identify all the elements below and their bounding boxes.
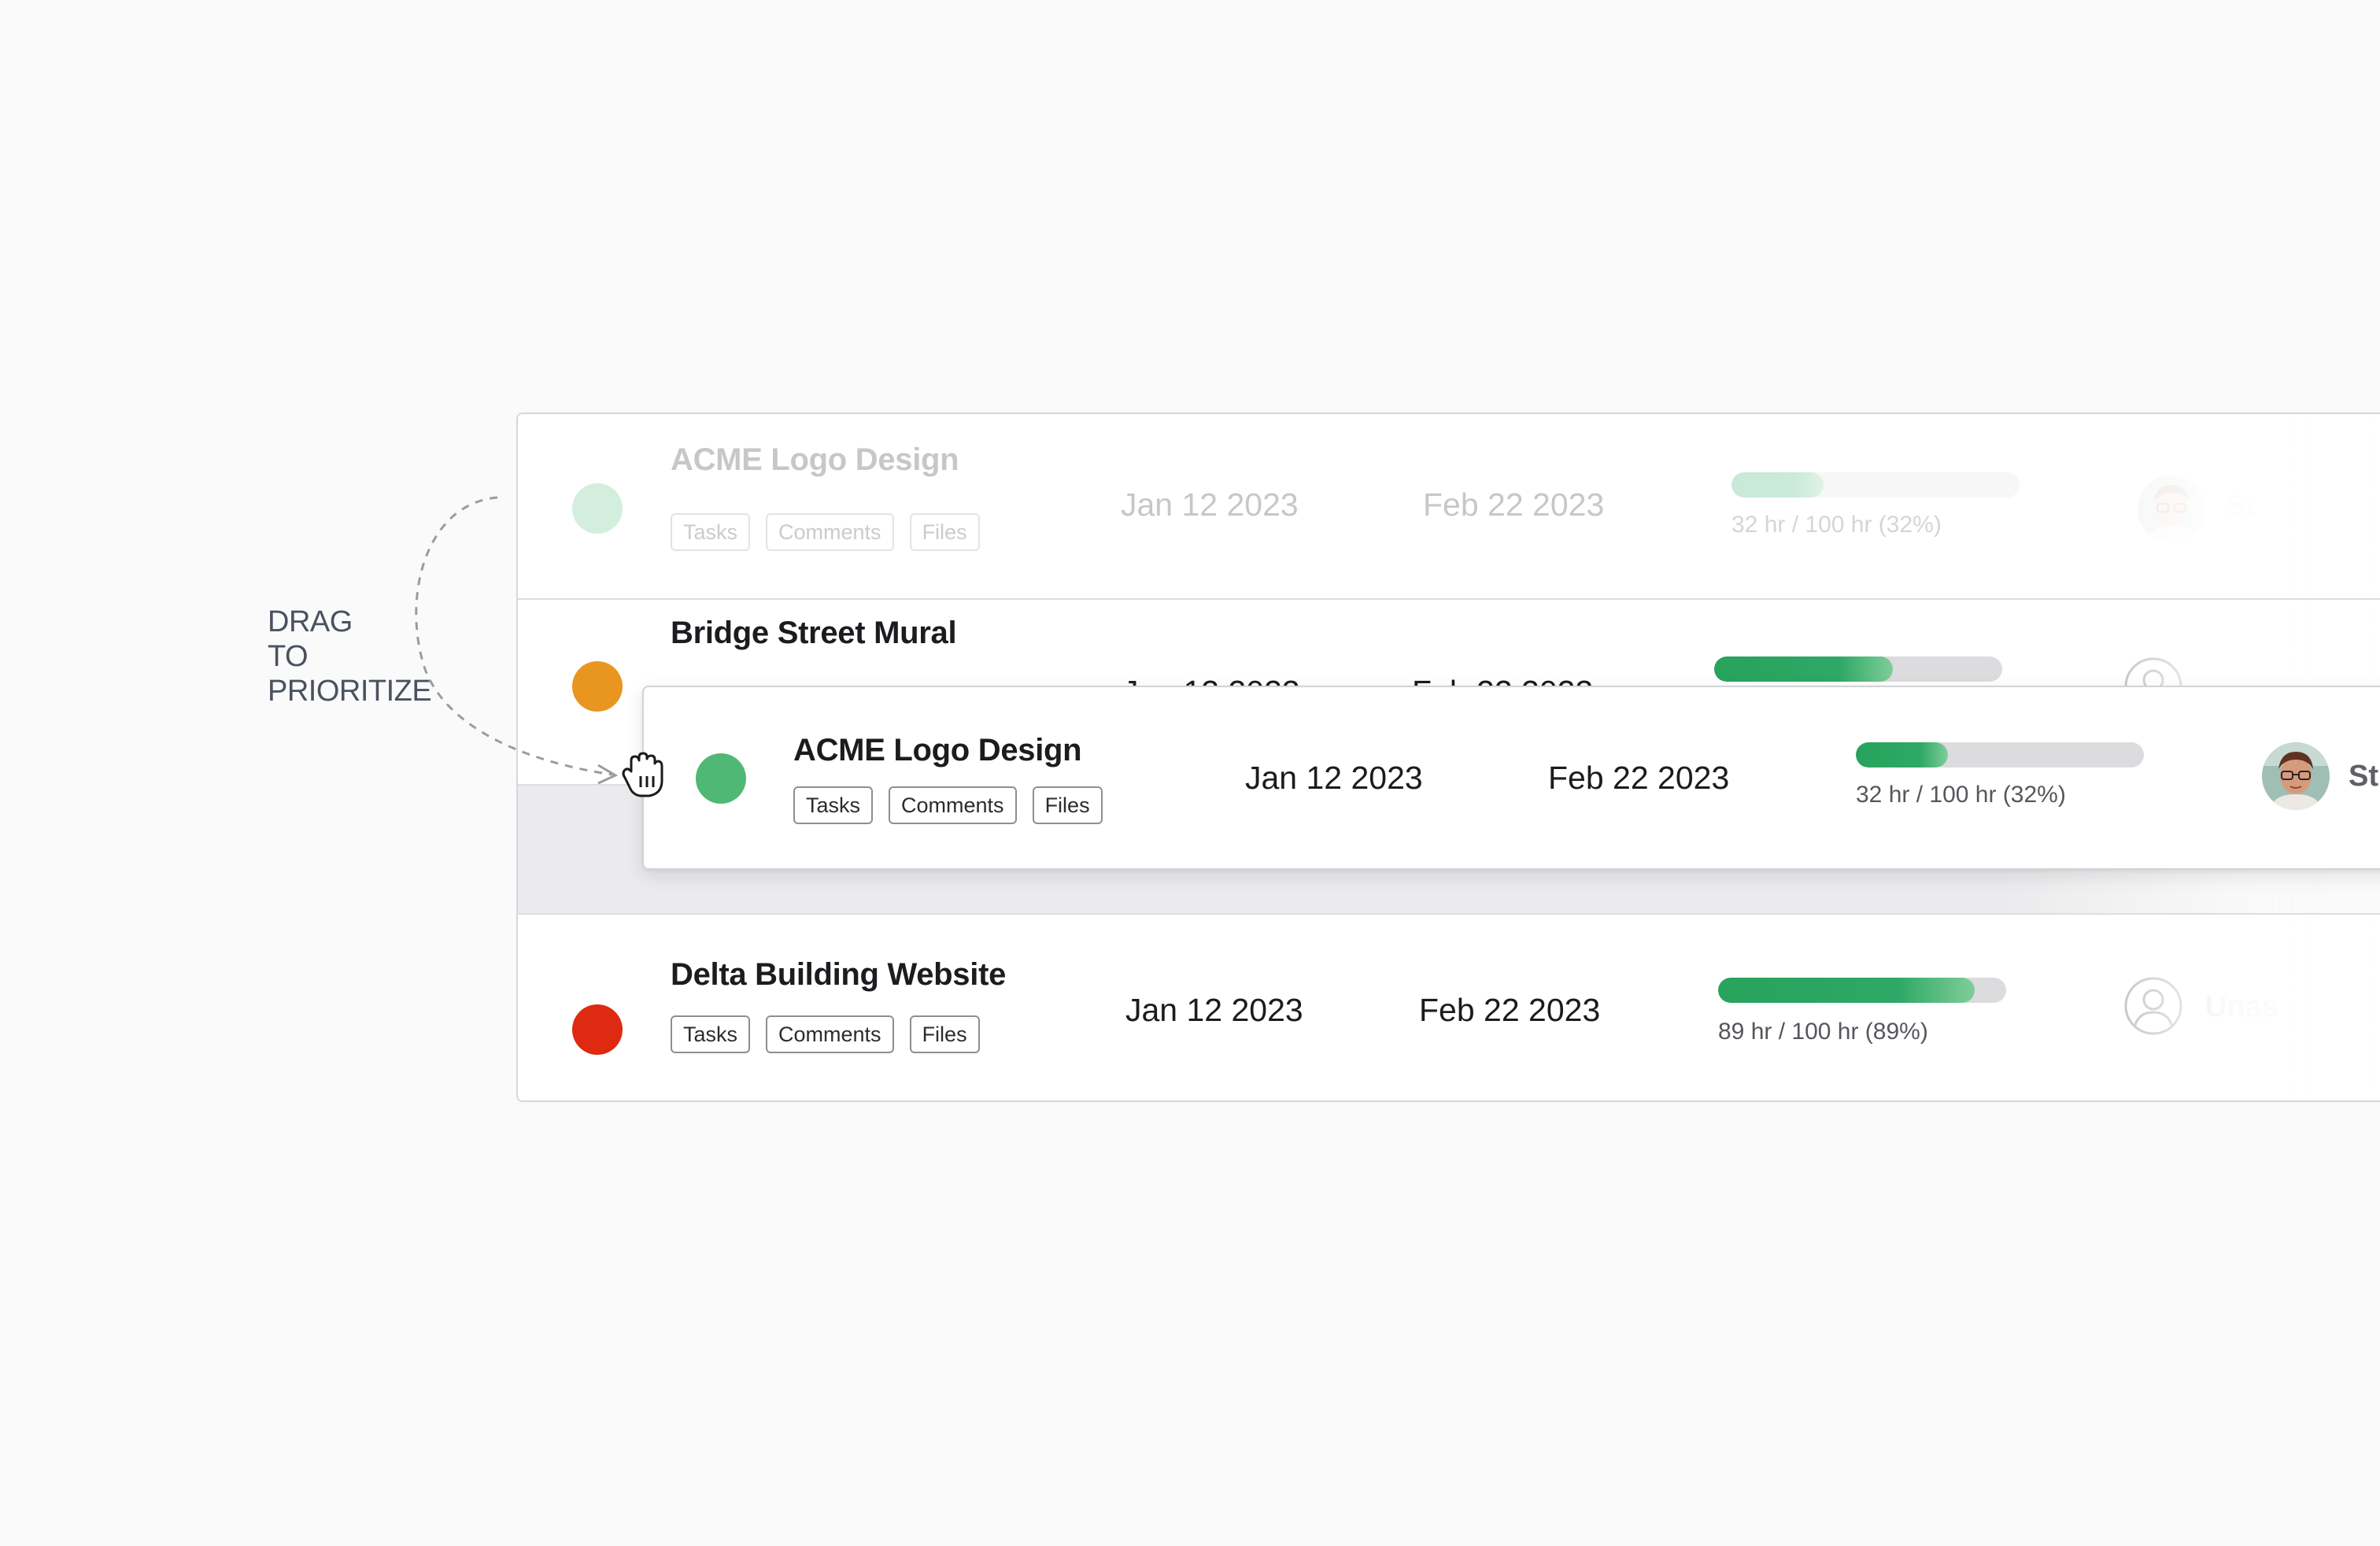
assignee-name: Unas — [2205, 990, 2278, 1023]
project-chips: Tasks Comments Files — [671, 1015, 980, 1053]
progress-bar — [1714, 656, 2002, 682]
comments-chip[interactable]: Comments — [889, 786, 1017, 824]
comments-chip[interactable]: Comments — [766, 1015, 894, 1053]
project-chips: Tasks Comments Files — [671, 513, 980, 551]
progress-fill — [1714, 656, 1893, 682]
dragged-row-card[interactable]: ACME Logo Design Tasks Comments Files Ja… — [642, 686, 2380, 870]
files-chip[interactable]: Files — [909, 513, 980, 551]
progress-bar — [1731, 472, 2020, 497]
annotation-line-to: TO — [268, 640, 309, 673]
annotation-line-drag: DRAG — [268, 605, 353, 638]
project-name: ACME Logo Design — [671, 442, 959, 477]
end-date: Feb 22 2023 — [1423, 486, 1605, 523]
progress-fill — [1718, 978, 1975, 1003]
row-fade-overlay — [1996, 915, 2380, 1100]
table-row-delta-building-website[interactable]: Delta Building Website Tasks Comments Fi… — [518, 915, 2380, 1100]
project-name[interactable]: Bridge Street Mural — [671, 616, 957, 651]
status-dot — [572, 661, 623, 712]
progress-bar — [1856, 742, 2144, 767]
files-chip[interactable]: Files — [1032, 786, 1103, 824]
status-dot — [572, 1004, 623, 1055]
start-date: Jan 12 2023 — [1125, 992, 1303, 1028]
user-circle-icon — [2124, 977, 2182, 1035]
progress-bar — [1718, 978, 2006, 1003]
files-chip[interactable]: Files — [909, 1015, 980, 1053]
status-dot — [572, 483, 623, 534]
drag-hand-icon[interactable] — [614, 746, 669, 801]
end-date: Feb 22 2023 — [1419, 992, 1601, 1028]
progress-fill — [1856, 742, 1949, 767]
end-date: Feb 22 2023 — [1548, 760, 1730, 796]
table-row-placeholder: ACME Logo Design Tasks Comments Files Ja… — [518, 414, 2380, 600]
hours-text: 32 hr / 100 hr (32%) — [1856, 782, 2066, 808]
assignee-name: St — [2349, 760, 2378, 793]
avatar — [2262, 742, 2330, 810]
project-name[interactable]: ACME Logo Design — [793, 733, 1082, 768]
progress-fill — [1731, 472, 1824, 497]
hours-text: 32 hr / 100 hr (32%) — [1731, 512, 1942, 538]
avatar — [2138, 475, 2205, 543]
comments-chip[interactable]: Comments — [766, 513, 894, 551]
drag-to-prioritize-label: DRAG TO PRIORITIZE — [268, 605, 432, 708]
assignee-name: St — [2226, 490, 2256, 523]
hours-text: 89 hr / 100 hr (89%) — [1718, 1019, 1928, 1045]
tasks-chip[interactable]: Tasks — [793, 786, 874, 824]
annotation-line-prioritize: PRIORITIZE — [268, 675, 432, 708]
start-date: Jan 12 2023 — [1121, 486, 1299, 523]
tasks-chip[interactable]: Tasks — [671, 1015, 751, 1053]
project-chips: Tasks Comments Files — [793, 786, 1103, 824]
tasks-chip[interactable]: Tasks — [671, 513, 751, 551]
project-name[interactable]: Delta Building Website — [671, 957, 1006, 993]
start-date: Jan 12 2023 — [1245, 760, 1423, 796]
status-dot — [696, 753, 746, 804]
